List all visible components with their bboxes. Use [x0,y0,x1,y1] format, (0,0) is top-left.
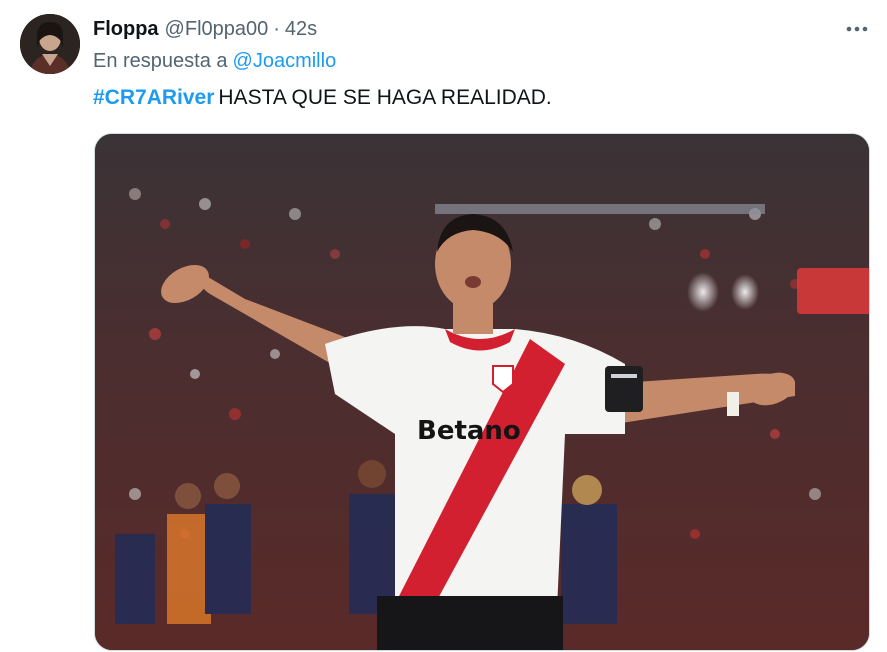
tweet-header: Floppa @Fl0ppa00 · 42s [93,14,317,44]
avatar-image [20,14,80,74]
author-handle[interactable]: @Fl0ppa00 [165,18,269,41]
hashtag-link[interactable]: #CR7ARiver [93,86,214,109]
tweet-timestamp[interactable]: 42s [285,18,317,41]
reply-context: En respuesta a @Joacmillo [93,50,336,73]
tweet-body-text: HASTA QUE SE HAGA REALIDAD. [218,86,552,109]
separator-dot: · [273,17,280,40]
tweet: Floppa @Fl0ppa00 · 42s En respuesta a @Jo… [0,0,887,652]
more-options-button[interactable] [843,15,871,43]
user-avatar[interactable] [20,14,80,74]
author-name[interactable]: Floppa [93,18,159,41]
reply-prefix: En respuesta a [93,50,228,72]
photo-image: Betano [95,134,869,650]
tweet-text: #CR7ARiver HASTA QUE SE HAGA REALIDAD. [93,86,552,110]
more-options-icon [846,26,868,32]
jersey-sponsor-text: Betano [417,416,521,446]
tweet-media-photo[interactable]: Betano [94,133,870,651]
reply-mention-link[interactable]: @Joacmillo [233,50,337,72]
